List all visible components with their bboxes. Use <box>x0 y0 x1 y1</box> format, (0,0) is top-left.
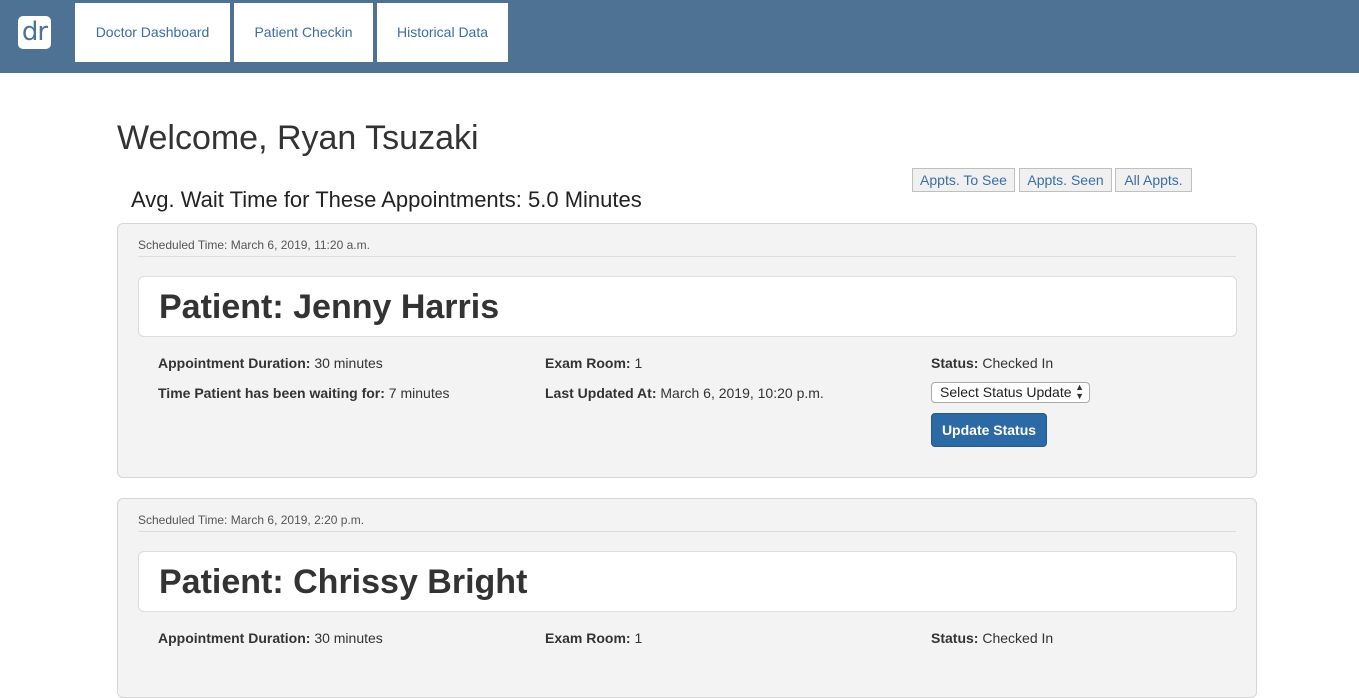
avg-wait-time: Avg. Wait Time for These Appointments: 5… <box>131 187 642 212</box>
nav-tab-patient-checkin[interactable]: Patient Checkin <box>234 3 373 62</box>
divider <box>138 256 1236 257</box>
patient-name: Patient: Jenny Harris <box>159 288 500 326</box>
last-updated-label: Last Updated At: <box>545 385 657 401</box>
appts-to-see-button[interactable]: Appts. To See <box>912 168 1015 192</box>
duration-value: 30 minutes <box>314 355 383 371</box>
status-update-select[interactable]: Select Status Update ▲ ▼ <box>931 382 1090 403</box>
status: Status: Checked In <box>931 354 1053 372</box>
scheduled-time: Scheduled Time: March 6, 2019, 11:20 a.m… <box>138 238 370 252</box>
status: Status: Checked In <box>931 629 1053 647</box>
top-navbar: dr Doctor Dashboard Patient Checkin Hist… <box>0 0 1359 73</box>
duration-value: 30 minutes <box>314 630 383 646</box>
last-updated: Last Updated At: March 6, 2019, 10:20 p.… <box>545 384 824 402</box>
exam-room-value: 1 <box>634 630 643 646</box>
waiting-label: Time Patient has been waiting for: <box>158 385 385 401</box>
nav-tab-doctor-dashboard[interactable]: Doctor Dashboard <box>75 3 230 62</box>
status-value: Checked In <box>982 630 1054 646</box>
duration-label: Appointment Duration: <box>158 355 311 371</box>
duration-label: Appointment Duration: <box>158 630 311 646</box>
waiting-time: Time Patient has been waiting for: 7 min… <box>158 384 450 402</box>
exam-room-value: 1 <box>634 355 643 371</box>
page-title: Welcome, Ryan Tsuzaki <box>117 119 479 157</box>
app-logo[interactable]: dr <box>18 16 51 49</box>
appts-seen-button[interactable]: Appts. Seen <box>1019 168 1112 192</box>
update-status-button[interactable]: Update Status <box>931 413 1047 447</box>
nav-tab-historical-data[interactable]: Historical Data <box>377 3 508 62</box>
waiting-value: 7 minutes <box>388 385 450 401</box>
divider <box>138 531 1236 532</box>
status-label: Status: <box>931 355 979 371</box>
patient-header: Patient: Chrissy Bright <box>138 551 1237 612</box>
exam-room: Exam Room: 1 <box>545 354 642 372</box>
status-value: Checked In <box>982 355 1054 371</box>
appointment-duration: Appointment Duration: 30 minutes <box>158 629 383 647</box>
exam-room-label: Exam Room: <box>545 355 631 371</box>
all-appts-button[interactable]: All Appts. <box>1115 168 1192 192</box>
last-updated-value: March 6, 2019, 10:20 p.m. <box>660 385 824 401</box>
appointment-duration: Appointment Duration: 30 minutes <box>158 354 383 372</box>
appointment-card: Scheduled Time: March 6, 2019, 11:20 a.m… <box>117 223 1257 478</box>
status-select-value: Select Status Update <box>940 384 1072 400</box>
exam-room-label: Exam Room: <box>545 630 631 646</box>
patient-name: Patient: Chrissy Bright <box>159 563 528 601</box>
exam-room: Exam Room: 1 <box>545 629 642 647</box>
scheduled-time: Scheduled Time: March 6, 2019, 2:20 p.m. <box>138 513 365 527</box>
select-arrows-icon: ▲ ▼ <box>1075 382 1084 401</box>
status-label: Status: <box>931 630 979 646</box>
patient-header: Patient: Jenny Harris <box>138 276 1237 337</box>
appointment-card: Scheduled Time: March 6, 2019, 2:20 p.m.… <box>117 498 1257 698</box>
